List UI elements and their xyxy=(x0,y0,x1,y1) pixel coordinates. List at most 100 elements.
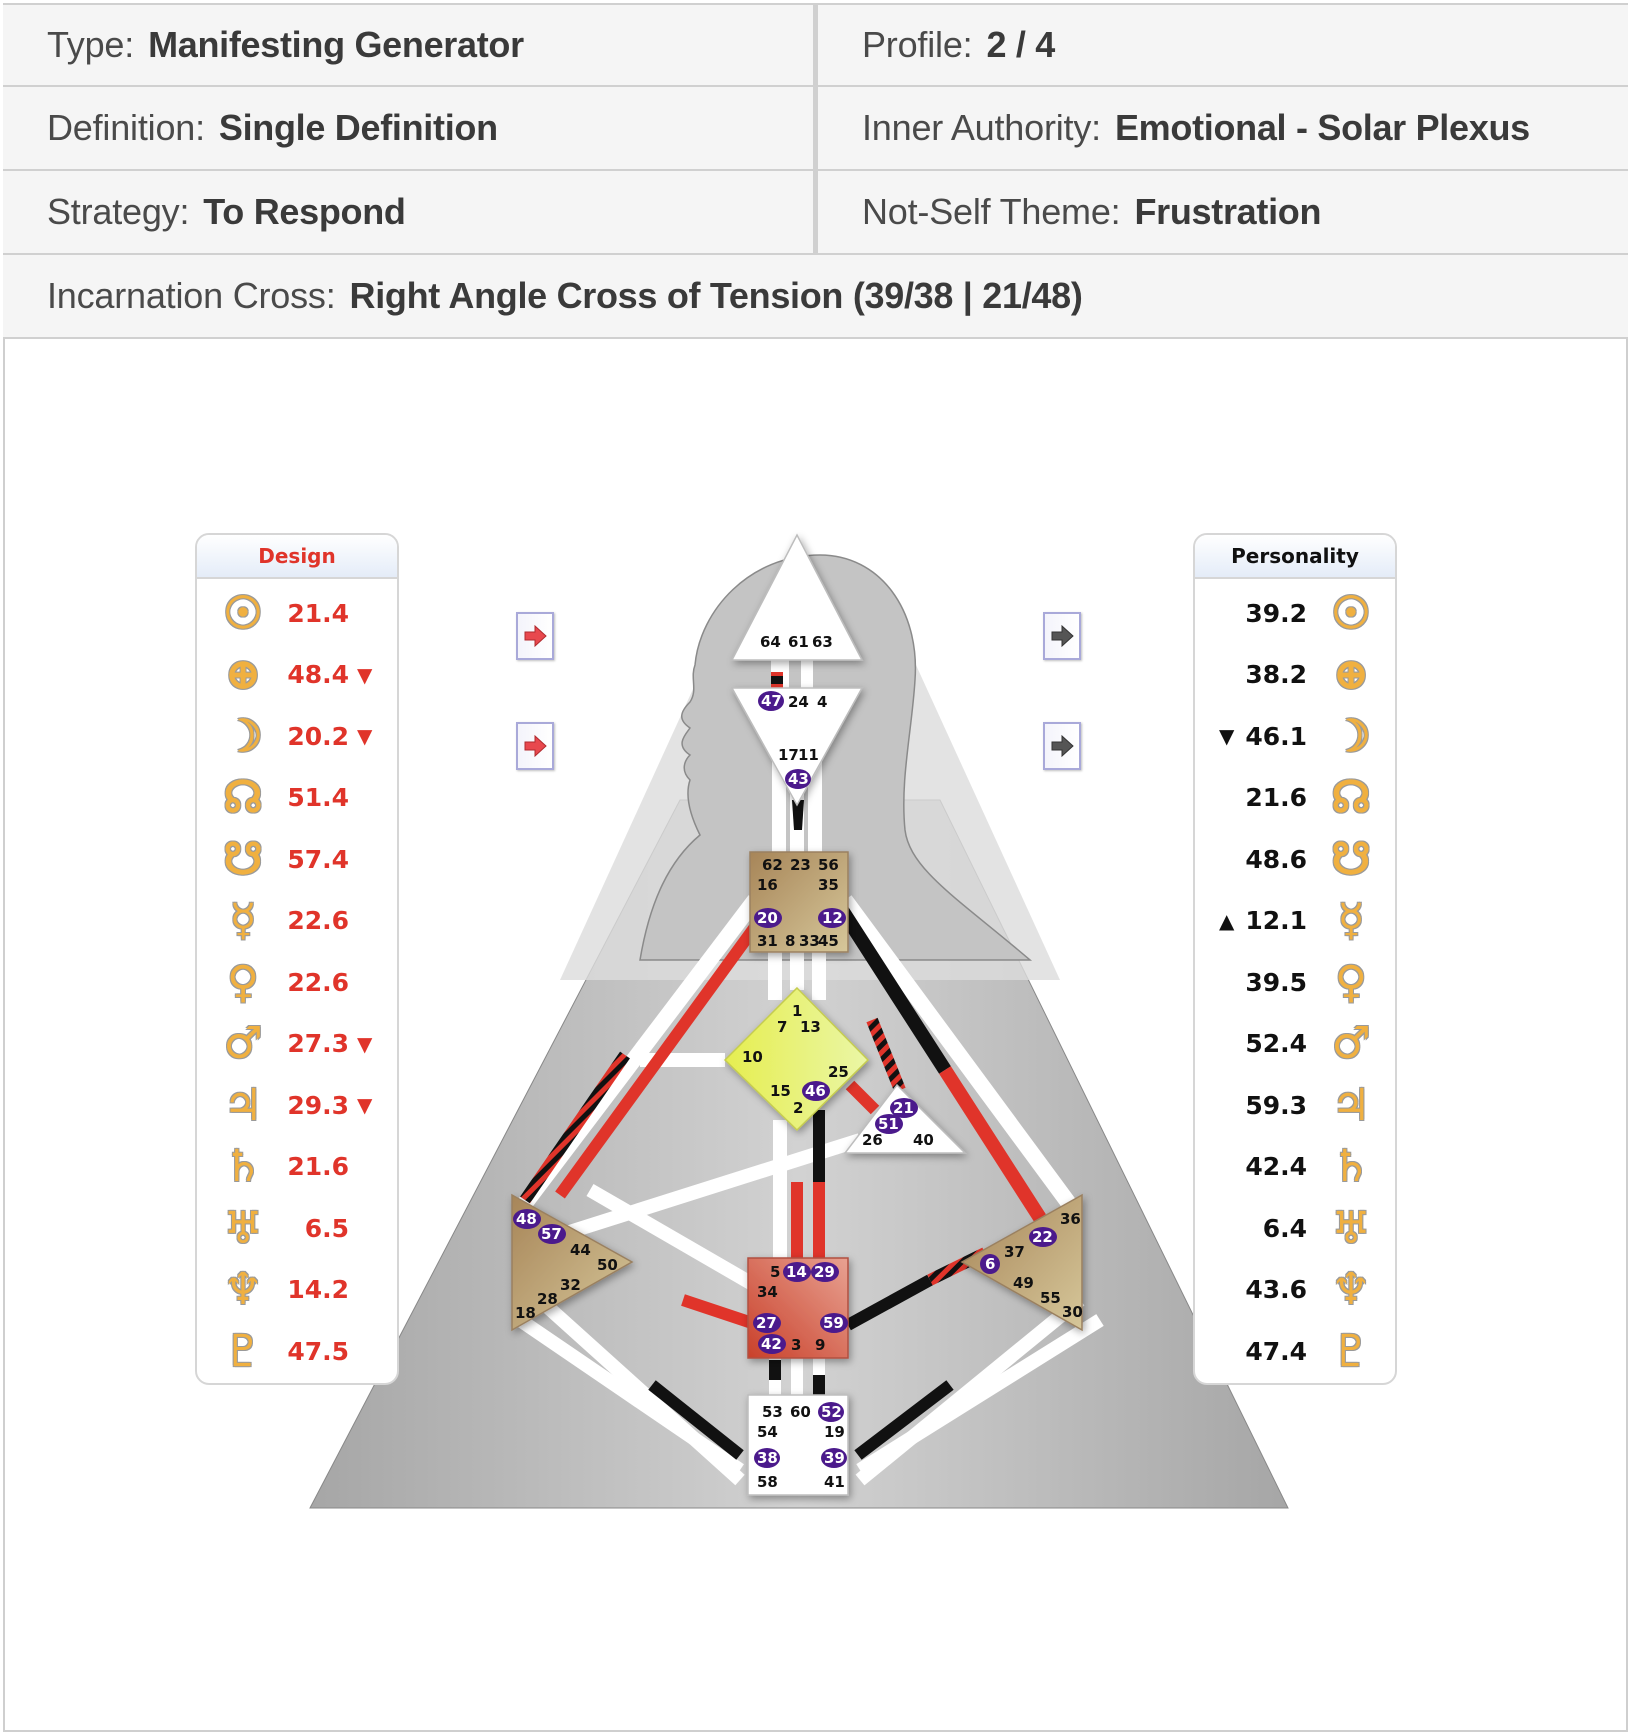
planet-gate-value: 21.4 xyxy=(287,598,349,628)
personality-planet-row[interactable]: ☊ 21.6 xyxy=(1195,770,1395,826)
venus-icon: ♀ xyxy=(1334,956,1368,1008)
type-cell: Type: Manifesting Generator xyxy=(3,5,818,85)
personality-planet-row[interactable]: ♆ 43.6 xyxy=(1195,1262,1395,1318)
gate-6: 6 xyxy=(985,1255,995,1273)
summary-row: Incarnation Cross: Right Angle Cross of … xyxy=(3,255,1628,339)
design-planet-row[interactable]: ☊ 51.4 xyxy=(197,770,397,826)
earth-icon: ⊕ xyxy=(224,649,262,700)
type-label: Type: xyxy=(47,24,135,65)
not-self-value: Frustration xyxy=(1134,191,1322,232)
gate-31: 31 xyxy=(757,932,778,950)
gate-15: 15 xyxy=(770,1082,791,1100)
personality-planet-row[interactable]: ♇ 47.4 xyxy=(1195,1323,1395,1379)
gate-2: 2 xyxy=(793,1099,803,1117)
north-node-icon: ☊ xyxy=(1331,772,1371,823)
planet-gate-value: 22.6 xyxy=(287,906,349,935)
cross-label: Incarnation Cross: xyxy=(47,275,336,316)
personality-planet-row[interactable]: ♂ 52.4 xyxy=(1195,1016,1395,1072)
design-planet-row[interactable]: ♅ 6.5 xyxy=(197,1200,397,1256)
personality-arrow-button-1[interactable] xyxy=(1043,612,1081,660)
planet-gate-value: 21.6 xyxy=(287,1152,349,1181)
gate-28: 28 xyxy=(537,1290,558,1308)
gate-41: 41 xyxy=(824,1473,845,1491)
design-arrow-button-1[interactable] xyxy=(516,612,554,660)
planet-gate-value: 43.6 xyxy=(1245,1275,1307,1304)
design-planet-row[interactable]: ♇ 47.5 xyxy=(197,1323,397,1379)
personality-planet-row[interactable]: ♅ 6.4 xyxy=(1195,1200,1395,1256)
profile-cell: Profile: 2 / 4 xyxy=(818,5,1630,85)
planet-gate-value: 20.2 xyxy=(287,721,349,751)
personality-planet-row[interactable]: ⊕ 38.2 xyxy=(1195,647,1395,703)
design-planet-row[interactable]: ♄ 21.6 xyxy=(197,1139,397,1195)
gate-14: 14 xyxy=(786,1263,807,1281)
design-planet-row[interactable]: ♆ 14.2 xyxy=(197,1262,397,1318)
gate-58: 58 xyxy=(757,1473,778,1491)
design-arrow-button-2[interactable] xyxy=(516,722,554,770)
summary-table: Type: Manifesting Generator Profile: 2 /… xyxy=(3,3,1628,339)
design-planet-row[interactable]: ☉ 21.4 xyxy=(197,585,397,641)
gate-52: 52 xyxy=(821,1403,842,1421)
strategy-value: To Respond xyxy=(203,191,406,232)
gate-3: 3 xyxy=(791,1336,801,1354)
planet-gate-value: 21.6 xyxy=(1245,783,1307,812)
planet-exaltation-mark: ▼ xyxy=(1219,724,1235,748)
design-planet-row[interactable]: ♀ 22.6 xyxy=(197,954,397,1010)
personality-planet-row[interactable]: ♀ 39.5 xyxy=(1195,954,1395,1010)
planet-gate-value: 29.3 xyxy=(287,1090,349,1120)
design-panel-title: Design xyxy=(197,535,397,579)
gate-10: 10 xyxy=(742,1048,763,1066)
south-node-icon: ☋ xyxy=(1331,833,1371,885)
north-node-icon: ☊ xyxy=(223,772,263,823)
saturn-icon: ♄ xyxy=(1331,1141,1371,1192)
gate-29: 29 xyxy=(814,1263,835,1281)
gate-35: 35 xyxy=(818,876,839,894)
gate-4: 4 xyxy=(817,693,827,711)
authority-cell: Inner Authority: Emotional - Solar Plexu… xyxy=(818,87,1630,169)
planet-gate-value: 22.6 xyxy=(287,967,349,997)
personality-planet-row[interactable]: ☋ 48.6 xyxy=(1195,831,1395,887)
not-self-cell: Not-Self Theme: Frustration xyxy=(818,171,1630,253)
design-planet-row[interactable]: ☿ 22.6 xyxy=(197,893,397,949)
planet-gate-value: 39.2 xyxy=(1245,598,1307,628)
gate-32: 32 xyxy=(560,1276,581,1294)
gate-39: 39 xyxy=(824,1449,845,1467)
design-planet-row[interactable]: ♃ 29.3 ▼ xyxy=(197,1077,397,1133)
gate-30: 30 xyxy=(1062,1303,1083,1321)
design-planet-row[interactable]: ⊕ 48.4 ▼ xyxy=(197,647,397,703)
gate-5: 5 xyxy=(770,1263,780,1281)
gate-60: 60 xyxy=(790,1403,811,1421)
gate-17: 17 xyxy=(778,746,799,764)
planet-gate-value: 52.4 xyxy=(1245,1029,1307,1058)
design-planet-row[interactable]: ☽ 20.2 ▼ xyxy=(197,708,397,764)
planet-gate-value: 47.4 xyxy=(1245,1336,1307,1366)
sun-icon: ☉ xyxy=(1331,587,1371,639)
planet-gate-value: 57.4 xyxy=(287,844,349,874)
personality-planet-row[interactable]: ☉ 39.2 xyxy=(1195,585,1395,641)
gate-46: 46 xyxy=(805,1082,826,1100)
gate-48: 48 xyxy=(516,1210,537,1228)
gate-47: 47 xyxy=(761,692,782,710)
design-planet-row[interactable]: ♂ 27.3 ▼ xyxy=(197,1016,397,1072)
profile-value: 2 / 4 xyxy=(986,24,1056,65)
moon-icon: ☽ xyxy=(1331,710,1371,762)
saturn-icon: ♄ xyxy=(223,1141,263,1192)
gate-63: 63 xyxy=(812,633,833,651)
personality-planet-row[interactable]: ♃ 59.3 xyxy=(1195,1077,1395,1133)
mars-icon: ♂ xyxy=(223,1018,263,1069)
personality-planet-row[interactable]: ☿ 12.1 ▲ xyxy=(1195,893,1395,949)
design-planet-row[interactable]: ☋ 57.4 xyxy=(197,831,397,887)
gate-42: 42 xyxy=(761,1335,782,1353)
gate-12: 12 xyxy=(822,909,843,927)
personality-planet-row[interactable]: ♄ 42.4 xyxy=(1195,1139,1395,1195)
jupiter-icon: ♃ xyxy=(223,1079,263,1131)
strategy-cell: Strategy: To Respond xyxy=(3,171,818,253)
arrow-right-icon xyxy=(1051,734,1074,758)
planet-gate-value: 6.4 xyxy=(1262,1213,1307,1243)
planet-gate-value: 39.5 xyxy=(1245,967,1307,997)
personality-planet-row[interactable]: ☽ 46.1 ▼ xyxy=(1195,708,1395,764)
gate-53: 53 xyxy=(762,1403,783,1421)
gate-8: 8 xyxy=(785,932,795,950)
personality-arrow-button-2[interactable] xyxy=(1043,722,1081,770)
planet-gate-value: 46.1 xyxy=(1245,721,1307,751)
gate-16: 16 xyxy=(757,876,778,894)
